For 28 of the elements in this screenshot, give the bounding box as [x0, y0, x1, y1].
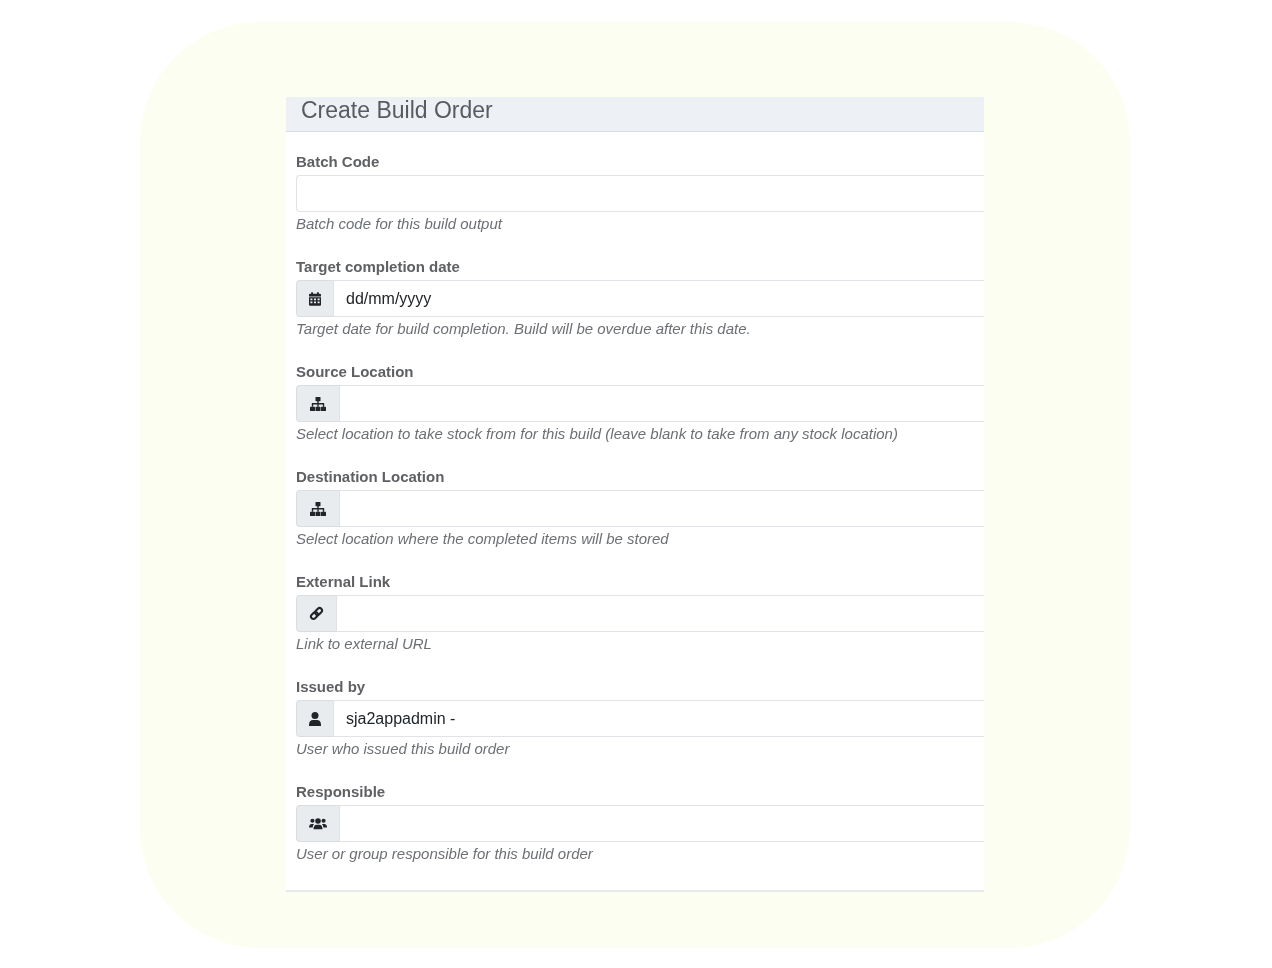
sitemap-icon — [309, 501, 327, 516]
location-select[interactable] — [339, 490, 984, 527]
date-input[interactable]: dd/mm/yyyy — [333, 280, 984, 317]
field-label: Destination Location — [296, 467, 446, 487]
chain-link-icon — [309, 606, 324, 621]
user-select[interactable]: sja2appadmin - — [333, 700, 984, 737]
user-select[interactable] — [339, 805, 984, 842]
help-text: Link to external URL — [296, 634, 433, 654]
field-label: Target completion date — [296, 257, 461, 277]
panel-title: Create Build Order — [301, 97, 493, 123]
field-label: Source Location — [296, 362, 415, 382]
field-label: External Link — [296, 572, 392, 592]
sitemap-icon — [309, 396, 327, 411]
help-text: Batch code for this build output — [296, 214, 504, 234]
location-select[interactable] — [339, 385, 984, 422]
url-input[interactable] — [336, 595, 984, 632]
text-input[interactable] — [296, 175, 984, 212]
field-label: Issued by — [296, 677, 367, 697]
help-text: Select location where the completed items will be stored — [296, 529, 670, 549]
field-label: Responsible — [296, 782, 387, 802]
help-text: User or group responsible for this build order — [296, 844, 594, 864]
help-text: Select location to take stock from for this build (leave blank to take from any stock location) — [296, 424, 899, 444]
field-label: Batch Code — [296, 152, 381, 172]
calendar-icon — [309, 291, 321, 306]
users-icon — [309, 817, 327, 830]
user-icon — [309, 711, 321, 726]
help-text: Target date for build completion. Build will be overdue after this date. — [296, 319, 752, 339]
help-text: User who issued this build order — [296, 739, 511, 759]
